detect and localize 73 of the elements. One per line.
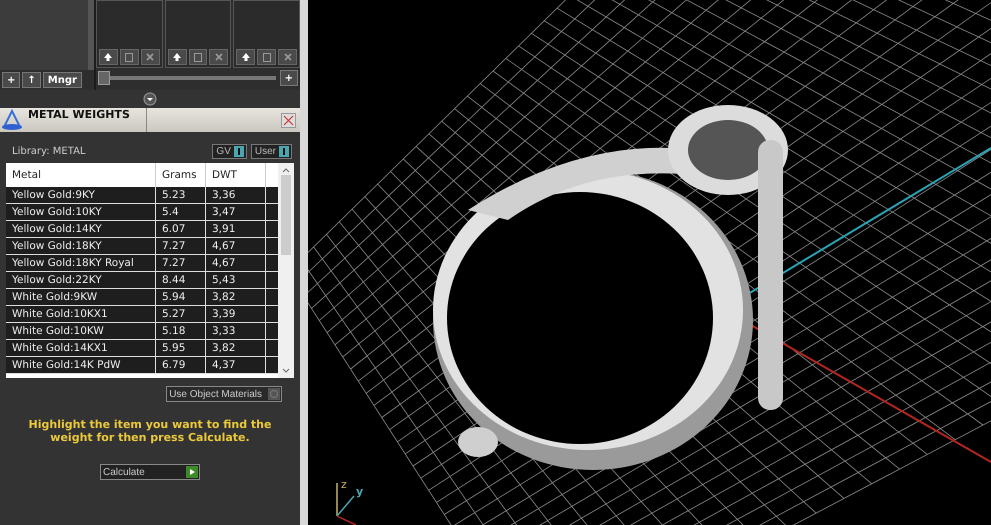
table-cell: 7.27	[156, 238, 206, 254]
table-cell: Yellow Gold:18KY	[6, 238, 156, 254]
use-object-materials-toggle[interactable]: Use Object Materials	[166, 386, 282, 402]
calculate-button[interactable]: Calculate	[100, 464, 200, 480]
save-icon[interactable]	[120, 49, 139, 65]
table-row[interactable]: White Gold:9KW 5.94 3,82	[6, 289, 278, 306]
table-cell: 5.95	[156, 340, 206, 356]
table-cell: White Gold:14K PdW	[6, 357, 156, 373]
table-row[interactable]: White Gold:14KX1 5.95 3,82	[6, 340, 278, 357]
table-cell: 3,39	[206, 306, 266, 322]
table-cell: 3,82	[206, 289, 266, 305]
table-cell: 3,47	[206, 204, 266, 220]
table-cell: Yellow Gold:22KY	[6, 272, 156, 288]
scroll-down-icon[interactable]	[282, 368, 290, 374]
save-icon[interactable]	[188, 49, 208, 65]
table-cell: Yellow Gold:18KY Royal	[6, 255, 156, 271]
table-row[interactable]: Yellow Gold:18KY 7.27 4,67	[6, 238, 278, 255]
table-cell: 5.18	[156, 323, 206, 339]
table-cell: 5.27	[156, 306, 206, 322]
table-row[interactable]: Yellow Gold:18KY Royal 7.27 4,67	[6, 255, 278, 272]
table-row[interactable]: White Gold:14K PdW 6.79 4,37	[6, 357, 278, 374]
scroll-up-icon[interactable]	[282, 167, 290, 173]
table-cell: 6.79	[156, 357, 206, 373]
table-cell: 3,82	[206, 340, 266, 356]
close-icon[interactable]	[209, 49, 228, 65]
table-cell: 3,91	[206, 221, 266, 237]
table-cell: White Gold:10KX1	[6, 306, 156, 322]
table-row[interactable]: Yellow Gold:9KY 5.23 3,36	[6, 187, 278, 204]
slider-thumb[interactable]	[98, 71, 110, 85]
table-cell: 5.4	[156, 204, 206, 220]
table-cell: 7.27	[156, 255, 206, 271]
axis-gizmo-icon	[336, 482, 356, 525]
table-cell: 4,67	[206, 255, 266, 271]
scrollbar[interactable]	[278, 163, 294, 378]
slot-button[interactable]: ↑	[22, 72, 41, 88]
table-row[interactable]: Yellow Gold:14KY 6.07 3,91	[6, 221, 278, 238]
table-cell: Yellow Gold:10KY	[6, 204, 156, 220]
scale-icon	[0, 109, 24, 131]
table-row[interactable]: White Gold:10KX1 5.27 3,39	[6, 306, 278, 323]
instruction-text: Highlight the item you want to find the weight for then press Calculate.	[28, 417, 272, 444]
scrollbar-thumb[interactable]	[281, 175, 291, 255]
table-cell: White Gold:9KW	[6, 289, 156, 305]
table-cell: 8.44	[156, 272, 206, 288]
table-cell: 3,36	[206, 187, 266, 203]
table-cell: Yellow Gold:9KY	[6, 187, 156, 203]
toggle-button[interactable]: User	[250, 144, 292, 159]
table-cell: 3,33	[206, 323, 266, 339]
table-row[interactable]: Yellow Gold:10KY 5.4 3,47	[6, 204, 278, 221]
table-cell: 5,43	[206, 272, 266, 288]
save-icon[interactable]	[257, 49, 276, 65]
table-cell: 5.94	[156, 289, 206, 305]
add-button[interactable]: +	[280, 70, 298, 86]
close-icon[interactable]	[140, 49, 160, 65]
library-label: Library: METAL	[12, 146, 86, 157]
y-axis-label: y	[356, 485, 364, 498]
table-cell: 4,37	[206, 357, 266, 373]
table-row[interactable]: Yellow Gold:22KY 8.44 5,43	[6, 272, 278, 289]
z-axis-label: z	[341, 478, 347, 491]
table-cell: White Gold:14KX1	[6, 340, 156, 356]
table-row[interactable]: White Gold:10KW 5.18 3,33	[6, 323, 278, 340]
table-cell: 5.23	[156, 187, 206, 203]
close-icon[interactable]	[278, 49, 298, 65]
table-cell: 4,67	[206, 238, 266, 254]
table-cell: 6.07	[156, 221, 206, 237]
panel-title: METAL WEIGHTS	[24, 108, 147, 132]
play-icon	[186, 466, 198, 478]
slot-button[interactable]: +	[2, 72, 20, 88]
collapse-handle-icon[interactable]	[143, 92, 157, 106]
table-cell: Yellow Gold:14KY	[6, 221, 156, 237]
table-cell: White Gold:10KW	[6, 323, 156, 339]
close-button[interactable]	[281, 112, 296, 128]
slot-button[interactable]: Mngr	[42, 72, 82, 88]
toggle-button[interactable]: GV	[212, 144, 247, 159]
